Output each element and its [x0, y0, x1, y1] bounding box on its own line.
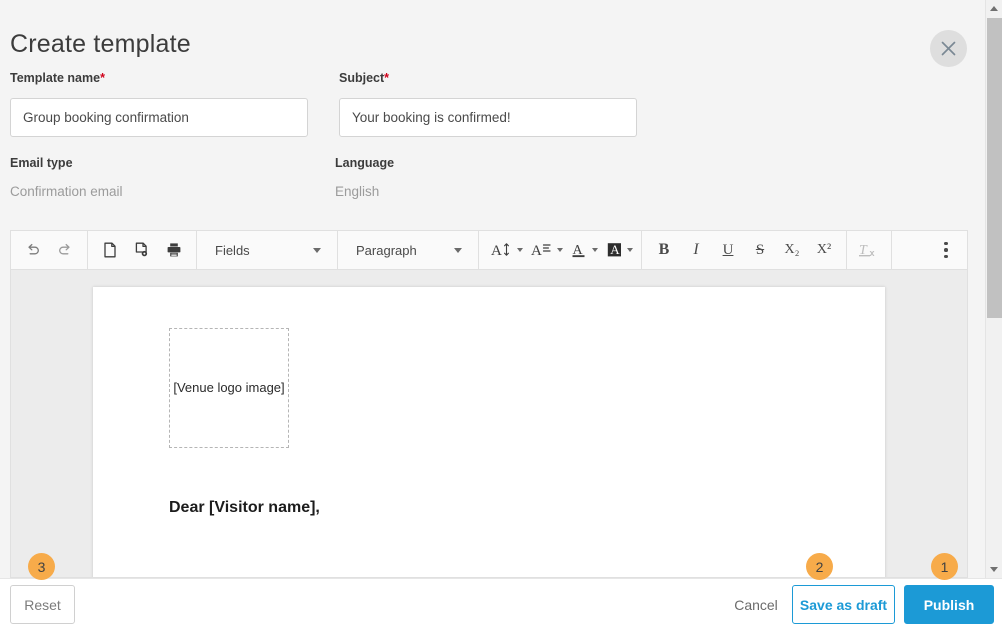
- text-color-icon: A: [572, 243, 585, 258]
- svg-text:A: A: [531, 243, 542, 259]
- new-document-button[interactable]: [94, 231, 126, 269]
- chevron-down-icon: [592, 248, 598, 252]
- remove-format-icon: T x: [859, 243, 875, 258]
- toolbar-group-paragraph: Paragraph: [338, 231, 479, 269]
- vertical-scrollbar[interactable]: [985, 0, 1002, 578]
- dialog-footer: Reset Cancel Save as draft Publish: [0, 578, 1002, 630]
- paragraph-select[interactable]: Paragraph: [344, 231, 472, 269]
- template-name-label: Template name*: [10, 71, 105, 85]
- svg-text:A: A: [610, 242, 620, 257]
- template-name-input[interactable]: [10, 98, 308, 137]
- required-asterisk: *: [100, 71, 105, 85]
- highlight-color-icon: A: [607, 242, 621, 257]
- email-document-page[interactable]: [Venue logo image] Dear [Visitor name],: [93, 287, 885, 577]
- fields-select-label: Fields: [215, 242, 250, 258]
- subscript-button[interactable]: X₂: [776, 231, 808, 269]
- dialog-scroll-content: Create template Template name* Subject* …: [0, 0, 985, 578]
- scrollbar-thumb[interactable]: [987, 18, 1002, 318]
- subject-label-text: Subject: [339, 71, 385, 85]
- scroll-up-arrow[interactable]: [986, 0, 1002, 17]
- toolbar-group-fields: Fields: [197, 231, 338, 269]
- required-asterisk: *: [384, 71, 390, 85]
- document-properties-icon: [135, 242, 148, 257]
- language-label: Language: [335, 156, 395, 170]
- highlight-color-button[interactable]: A: [600, 231, 635, 269]
- editor-canvas: [Venue logo image] Dear [Visitor name],: [10, 270, 968, 578]
- chevron-down-icon: [517, 248, 523, 252]
- underline-button[interactable]: U: [712, 231, 744, 269]
- redo-button[interactable]: [49, 231, 81, 269]
- editor-toolbar: Fields Paragraph A A A A B I U S X₂ X² T…: [10, 230, 968, 270]
- more-options-button[interactable]: [931, 231, 961, 269]
- kebab-dot: [944, 241, 948, 246]
- undo-icon: [28, 243, 39, 255]
- kebab-dot: [944, 248, 948, 252]
- svg-text:x: x: [870, 248, 875, 258]
- paragraph-select-label: Paragraph: [356, 242, 417, 258]
- print-icon: [167, 243, 181, 257]
- remove-format-button[interactable]: T x: [853, 231, 885, 269]
- triangle-up-icon: [990, 6, 998, 11]
- template-name-label-text: Template name: [10, 71, 101, 85]
- new-document-icon: [104, 242, 116, 258]
- venue-logo-placeholder[interactable]: [Venue logo image]: [169, 328, 289, 448]
- language-value: English: [335, 184, 380, 199]
- redo-icon: [59, 243, 70, 255]
- toolbar-group-inline-format: B I U S X₂ X²: [642, 231, 847, 269]
- chevron-down-icon: [454, 247, 462, 253]
- email-type-label: Email type: [10, 156, 73, 170]
- toolbar-group-history: [11, 231, 88, 269]
- email-greeting-text[interactable]: Dear [Visitor name],: [169, 499, 320, 517]
- fields-select[interactable]: Fields: [203, 231, 331, 269]
- close-dialog-button[interactable]: [930, 30, 967, 67]
- email-type-value: Confirmation email: [10, 184, 123, 199]
- reset-button[interactable]: Reset: [10, 585, 75, 624]
- step-badge-3: 3: [28, 553, 55, 580]
- strikethrough-button[interactable]: S: [744, 231, 776, 269]
- chevron-down-icon: [627, 248, 633, 252]
- publish-button[interactable]: Publish: [904, 585, 994, 624]
- scroll-down-arrow[interactable]: [986, 561, 1002, 578]
- step-badge-2: 2: [806, 553, 833, 580]
- cancel-button[interactable]: Cancel: [723, 585, 789, 624]
- font-size-icon: A: [491, 243, 509, 259]
- undo-button[interactable]: [17, 231, 49, 269]
- bold-button[interactable]: B: [648, 231, 680, 269]
- rich-text-editor: Fields Paragraph A A A A B I U S X₂ X² T…: [10, 230, 968, 578]
- text-color-button[interactable]: A: [565, 231, 600, 269]
- print-button[interactable]: [158, 231, 190, 269]
- kebab-dot: [944, 254, 948, 259]
- toolbar-group-document: [88, 231, 197, 269]
- toolbar-group-remove-format: T x: [847, 231, 892, 269]
- save-as-draft-button[interactable]: Save as draft: [792, 585, 895, 624]
- chevron-down-icon: [557, 248, 563, 252]
- svg-text:A: A: [491, 243, 502, 259]
- line-height-button[interactable]: A: [525, 231, 565, 269]
- create-template-dialog: Create template Template name* Subject* …: [0, 0, 1002, 630]
- triangle-down-icon: [990, 567, 998, 572]
- font-size-button[interactable]: A: [485, 231, 525, 269]
- italic-button[interactable]: I: [680, 231, 712, 269]
- page-title: Create template: [10, 30, 191, 58]
- subject-input[interactable]: [339, 98, 637, 137]
- superscript-button[interactable]: X²: [808, 231, 840, 269]
- chevron-down-icon: [313, 247, 321, 253]
- step-badge-1: 1: [931, 553, 958, 580]
- document-properties-button[interactable]: [126, 231, 158, 269]
- line-height-icon: A: [531, 243, 551, 259]
- toolbar-group-font: A A A A: [479, 231, 642, 269]
- subject-label: Subject*: [339, 71, 389, 85]
- toolbar-group-more: [925, 231, 967, 269]
- close-icon: [941, 41, 956, 56]
